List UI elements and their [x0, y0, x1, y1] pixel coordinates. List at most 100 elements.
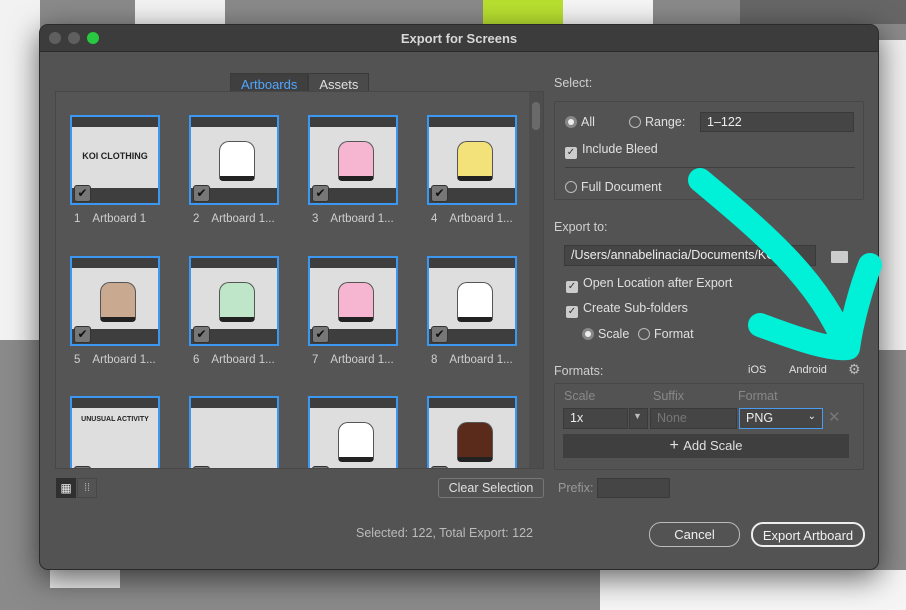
artboard-checkbox[interactable]: ✔ — [312, 185, 329, 202]
divider — [565, 167, 855, 168]
window-title: Export for Screens — [400, 31, 518, 46]
export-to-label: Export to: — [554, 220, 608, 234]
artboard-number: 8 — [431, 354, 438, 366]
artboard-label: 4 Artboard 1... — [431, 213, 525, 225]
radio-subfolder-format[interactable]: Format — [638, 327, 694, 341]
artboard-thumbnail[interactable]: ✔ — [427, 256, 517, 346]
artboard-preview — [310, 268, 396, 329]
radio-all[interactable]: All — [565, 115, 595, 129]
clear-selection-button[interactable]: Clear Selection — [438, 478, 544, 498]
include-bleed-label: Include Bleed — [582, 142, 658, 156]
range-input[interactable]: 1–122 — [700, 112, 854, 132]
scale-dropdown-button[interactable]: ▼ — [629, 408, 648, 429]
artboard-checkbox[interactable]: ✔ — [431, 466, 448, 468]
artboard-label: 3 Artboard 1... — [312, 213, 406, 225]
artboard-checkbox[interactable]: ✔ — [312, 326, 329, 343]
radio-all-label: All — [581, 115, 595, 129]
artboard-name: Artboard 1... — [92, 354, 156, 366]
select-label: Select: — [554, 76, 593, 90]
artboard-checkbox[interactable]: ✔ — [312, 466, 329, 468]
grid-view-button[interactable]: ▦ — [56, 478, 76, 498]
radio-range-label: Range: — [645, 115, 686, 129]
artboard-checkbox[interactable]: ✔ — [431, 185, 448, 202]
artboard-label: 2 Artboard 1... — [193, 213, 287, 225]
artboard-preview-text: KOI CLOTHING — [82, 151, 148, 161]
create-subfolders-checkbox[interactable]: ✓ Create Sub-folders — [566, 301, 688, 318]
artboard-number: 5 — [74, 354, 81, 366]
artboard-thumbnail[interactable]: ✔ — [189, 396, 279, 468]
sweater-illustration — [338, 141, 374, 181]
artboard-preview — [191, 127, 277, 188]
artboard-thumbnail[interactable]: ✔ — [70, 256, 160, 346]
artboard-thumbnail[interactable]: ✔ — [308, 115, 398, 205]
android-preset-button[interactable]: Android — [789, 364, 827, 376]
artboard-name: Artboard 1... — [330, 354, 394, 366]
artboard-number: 3 — [312, 213, 319, 225]
artboard-preview — [429, 268, 515, 329]
artboard-label: 7 Artboard 1... — [312, 354, 406, 366]
artboard-checkbox[interactable]: ✔ — [74, 185, 91, 202]
artboard-preview — [310, 408, 396, 468]
artboard-thumbnail[interactable]: ✔ — [308, 396, 398, 468]
prefix-input[interactable] — [597, 478, 670, 498]
artboard-preview — [72, 268, 158, 329]
artboard-number: 4 — [431, 213, 438, 225]
artboard-preview — [310, 127, 396, 188]
artboard-number: 6 — [193, 354, 200, 366]
artboard-number: 2 — [193, 213, 200, 225]
sweater-illustration — [338, 282, 374, 322]
artboard-thumbnail[interactable]: ✔ — [189, 256, 279, 346]
artboard-label: 5 Artboard 1... — [74, 354, 168, 366]
include-bleed-checkbox[interactable]: ✓ Include Bleed — [565, 142, 658, 159]
artboard-thumbnail[interactable]: UNUSUAL ACTIVITY ✔ — [70, 396, 160, 468]
add-scale-button[interactable]: + Add Scale — [563, 434, 849, 458]
artboard-thumbnail[interactable]: ✔ — [308, 256, 398, 346]
artboard-name: Artboard 1... — [211, 354, 275, 366]
format-value: PNG — [746, 411, 774, 425]
export-artboard-button[interactable]: Export Artboard — [751, 522, 865, 547]
format-select[interactable]: PNG ⌄ — [739, 408, 823, 429]
folder-icon[interactable] — [831, 251, 848, 263]
artboard-checkbox[interactable]: ✔ — [74, 466, 91, 468]
artboard-checkbox[interactable]: ✔ — [431, 326, 448, 343]
sweater-illustration — [457, 282, 493, 322]
create-subfolders-label: Create Sub-folders — [583, 301, 688, 315]
export-path-input[interactable]: /Users/annabelinacia/Documents/KOI CL — [564, 245, 816, 266]
artboard-checkbox[interactable]: ✔ — [74, 326, 91, 343]
artboard-label: 8 Artboard 1... — [431, 354, 525, 366]
plus-icon: + — [669, 437, 684, 454]
export-dialog: Export for Screens Artboards Assets KOI … — [39, 24, 879, 570]
list-view-button[interactable]: ⁞⁞ — [77, 478, 97, 498]
format-radio-label: Format — [654, 327, 694, 341]
artboard-thumbnail[interactable]: KOI CLOTHING ✔ — [70, 115, 160, 205]
artboard-preview — [429, 127, 515, 188]
radio-subfolder-scale[interactable]: Scale — [582, 327, 629, 341]
cancel-button[interactable]: Cancel — [649, 522, 740, 547]
sweater-illustration — [457, 422, 493, 462]
gear-icon[interactable]: ⚙ — [848, 361, 861, 378]
scale-input[interactable]: 1x — [563, 408, 628, 429]
artboard-thumbnail[interactable]: ✔ — [427, 396, 517, 468]
artboard-preview: UNUSUAL ACTIVITY — [72, 408, 158, 468]
scrollbar[interactable] — [529, 92, 543, 468]
artboard-thumbnail[interactable]: ✔ — [189, 115, 279, 205]
artboard-label: 1 Artboard 1 — [74, 213, 158, 225]
artboard-checkbox[interactable]: ✔ — [193, 185, 210, 202]
scale-radio-label: Scale — [598, 327, 630, 341]
formats-group: Scale Suffix Format 1x ▼ None PNG ⌄ ✕ + A… — [554, 383, 864, 470]
open-location-checkbox[interactable]: ✓ Open Location after Export — [566, 276, 732, 293]
artboard-number: 1 — [74, 213, 81, 225]
formats-label: Formats: — [554, 364, 604, 378]
remove-scale-icon[interactable]: ✕ — [828, 408, 841, 426]
format-column-header: Format — [738, 389, 778, 403]
artboard-checkbox[interactable]: ✔ — [193, 466, 210, 468]
suffix-input[interactable]: None — [650, 408, 737, 429]
full-document-label: Full Document — [581, 180, 662, 194]
scale-column-header: Scale — [564, 389, 596, 403]
sweater-illustration — [457, 141, 493, 181]
ios-preset-button[interactable]: iOS — [748, 364, 766, 376]
radio-range[interactable]: Range: — [629, 115, 685, 129]
artboard-thumbnail[interactable]: ✔ — [427, 115, 517, 205]
artboard-checkbox[interactable]: ✔ — [193, 326, 210, 343]
radio-full-document[interactable]: Full Document — [565, 180, 662, 194]
